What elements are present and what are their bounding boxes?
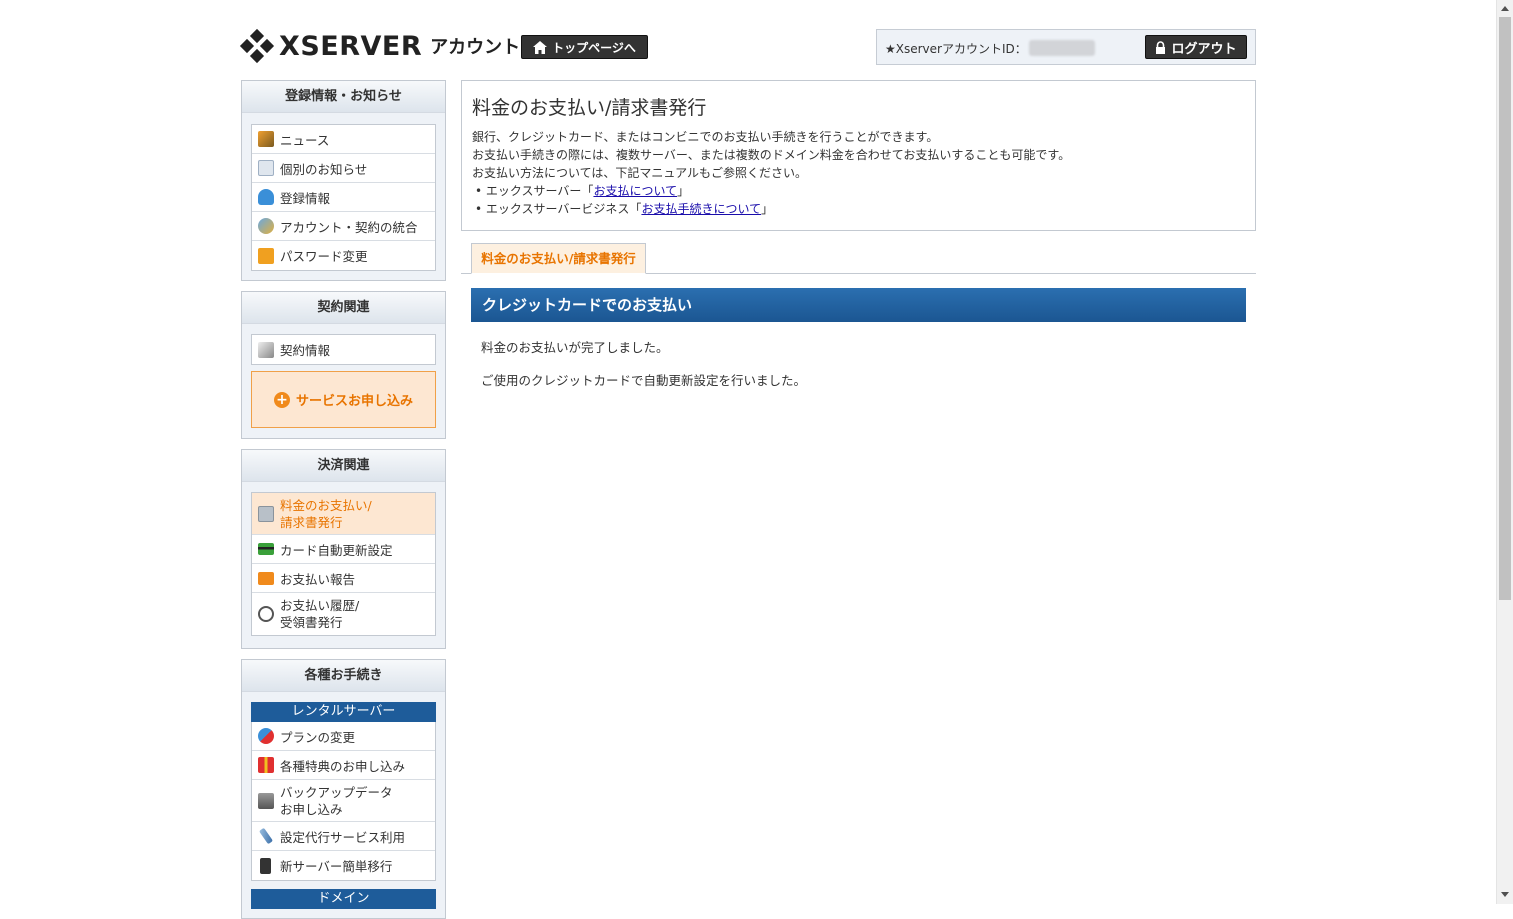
lock-icon bbox=[1156, 40, 1166, 54]
backup-drive-icon bbox=[258, 792, 274, 809]
plus-circle-icon: + bbox=[273, 391, 290, 408]
info-box: 料金のお支払い/請求書発行 銀行、クレジットカード、またはコンビニでのお支払い手… bbox=[461, 80, 1256, 231]
home-icon bbox=[533, 40, 548, 54]
tab-bar: 料金のお支払い/請求書発行 bbox=[461, 243, 1256, 274]
manual-link-payment[interactable]: お支払について bbox=[593, 184, 677, 198]
sidebar-item-label: 契約情報 bbox=[280, 343, 331, 358]
auto-renew-message: ご使用のクレジットカードで自動更新設定を行いました。 bbox=[481, 373, 807, 388]
rental-server-heading: レンタルサーバー bbox=[251, 702, 436, 722]
sidebar-item-payment-report[interactable]: お支払い報告 bbox=[252, 564, 435, 593]
sidebar-item-setup-service[interactable]: 設定代行サービス利用 bbox=[252, 822, 435, 851]
page-scrollbar[interactable] bbox=[1496, 0, 1513, 904]
scrollbar-thumb[interactable] bbox=[1499, 17, 1511, 600]
sidebar-item-label: 設定代行サービス利用 bbox=[280, 829, 406, 845]
manual-link-business-payment[interactable]: お支払手続きについて bbox=[641, 202, 761, 216]
logo-mark-icon bbox=[239, 28, 275, 64]
sidebar-payment-title: 決済関連 bbox=[242, 450, 445, 482]
sidebar-item-label: パスワード変更 bbox=[280, 249, 368, 264]
sidebar-item-label: カード自動更新設定 bbox=[280, 542, 393, 558]
sidebar-item-label: プランの変更 bbox=[280, 729, 356, 745]
sidebar-item-label: 各種特典のお申し込み bbox=[280, 758, 406, 774]
sidebar-payment: 決済関連 料金のお支払い/請求書発行 カード自動更新設定 お支払い報告 お支払い… bbox=[241, 449, 446, 649]
sidebar-item-news[interactable]: ニュース bbox=[252, 125, 435, 154]
logo-text: XSERVER bbox=[279, 30, 423, 62]
sidebar-item-backup-data[interactable]: バックアップデータ お申し込み bbox=[252, 780, 435, 822]
top-page-label: トップページへ bbox=[552, 40, 636, 55]
domain-heading: ドメイン bbox=[251, 889, 436, 909]
sidebar-contract: 契約関連 契約情報 + サービスお申し込み bbox=[241, 291, 446, 439]
sidebar-item-account-merge[interactable]: アカウント・契約の統合 bbox=[252, 212, 435, 241]
manual-link-item: • エックスサーバービジネス「お支払手続きについて」 bbox=[475, 202, 774, 216]
gift-icon bbox=[258, 757, 274, 773]
sidebar-item-label: 料金のお支払い/請求書発行 bbox=[280, 497, 372, 530]
calculator-icon bbox=[258, 505, 274, 522]
sidebar-item-card-auto-renew[interactable]: カード自動更新設定 bbox=[252, 535, 435, 564]
sidebar-item-label: お支払い報告 bbox=[280, 571, 356, 587]
notice-icon bbox=[258, 160, 274, 176]
wrench-icon bbox=[258, 827, 274, 845]
sidebar-item-label: 個別のお知らせ bbox=[280, 161, 368, 177]
logout-label: ログアウト bbox=[1171, 41, 1237, 57]
padlock-icon bbox=[258, 247, 274, 264]
sidebar-item-label: お支払い履歴/受領書発行 bbox=[280, 598, 360, 630]
sidebar-procedures-title: 各種お手続き bbox=[242, 660, 445, 692]
users-merge-icon bbox=[258, 218, 274, 234]
clock-icon bbox=[258, 606, 274, 622]
sidebar-item-label: アカウント・契約の統合 bbox=[280, 219, 418, 235]
sidebar-item-label: バックアップデータ お申し込み bbox=[280, 784, 393, 817]
top-page-button[interactable]: トップページへ bbox=[521, 35, 648, 59]
logout-button[interactable]: ログアウト bbox=[1145, 35, 1247, 59]
sidebar-contract-title: 契約関連 bbox=[242, 292, 445, 324]
info-line: お支払い手続きの際には、複数サーバー、または複数のドメイン料金を合わせてお支払い… bbox=[472, 148, 1071, 162]
sidebar-item-notices[interactable]: 個別のお知らせ bbox=[252, 154, 435, 183]
payment-complete-message: 料金のお支払いが完了しました。 bbox=[481, 340, 669, 355]
server-tower-icon bbox=[260, 857, 271, 874]
service-apply-label: サービスお申し込み bbox=[295, 394, 413, 409]
scroll-up-icon[interactable] bbox=[1501, 6, 1509, 11]
sidebar-procedures: 各種お手続き レンタルサーバー プランの変更 各種特典のお申し込み バックアップ… bbox=[241, 659, 446, 919]
sidebar-registration: 登録情報・お知らせ ニュース 個別のお知らせ 登録情報 アカウント・契約の統合 … bbox=[241, 80, 446, 281]
manual-link-item: • エックスサーバー「お支払について」 bbox=[475, 184, 690, 198]
sidebar-item-label: ニュース bbox=[280, 132, 330, 148]
sidebar-item-benefits[interactable]: 各種特典のお申し込み bbox=[252, 751, 435, 780]
sidebar-item-label: 登録情報 bbox=[280, 190, 331, 206]
speech-bubble-icon bbox=[258, 571, 274, 585]
refresh-arrows-icon bbox=[258, 728, 274, 744]
info-line: お支払い方法については、下記マニュアルもご参照ください。 bbox=[472, 166, 808, 180]
sidebar-item-plan-change[interactable]: プランの変更 bbox=[252, 722, 435, 751]
sidebar-item-label: 新サーバー簡単移行 bbox=[280, 859, 393, 874]
credit-card-icon bbox=[258, 543, 274, 555]
info-line: 銀行、クレジットカード、またはコンビニでのお支払い手続きを行うことができます。 bbox=[472, 130, 939, 144]
sidebar-registration-title: 登録情報・お知らせ bbox=[242, 81, 445, 113]
user-icon bbox=[258, 189, 274, 205]
scroll-down-icon[interactable] bbox=[1501, 892, 1509, 897]
sidebar-item-password-change[interactable]: パスワード変更 bbox=[252, 241, 435, 270]
sidebar-item-payment-invoice[interactable]: 料金のお支払い/請求書発行 bbox=[252, 493, 435, 535]
section-title-credit-card: クレジットカードでのお支払い bbox=[471, 288, 1246, 322]
logo-subtitle: アカウント bbox=[430, 37, 521, 58]
xserver-logo[interactable]: XSERVER アカウント bbox=[239, 28, 521, 64]
sidebar-item-registration-info[interactable]: 登録情報 bbox=[252, 183, 435, 212]
contract-icon bbox=[258, 341, 274, 358]
tab-payment-invoice[interactable]: 料金のお支払い/請求書発行 bbox=[471, 243, 646, 274]
account-id-label: ★XserverアカウントID： bbox=[885, 42, 1027, 56]
sidebar-item-server-migration[interactable]: 新サーバー簡単移行 bbox=[252, 851, 435, 880]
service-apply-button[interactable]: + サービスお申し込み bbox=[251, 371, 436, 428]
account-info-box: ★XserverアカウントID： ログアウト bbox=[876, 29, 1256, 65]
sidebar-item-contract-info[interactable]: 契約情報 bbox=[252, 335, 435, 364]
page-title: 料金のお支払い/請求書発行 bbox=[472, 97, 707, 119]
account-id-redacted bbox=[1029, 40, 1095, 56]
sidebar-item-payment-history[interactable]: お支払い履歴/受領書発行 bbox=[252, 593, 435, 635]
news-icon bbox=[258, 131, 274, 147]
